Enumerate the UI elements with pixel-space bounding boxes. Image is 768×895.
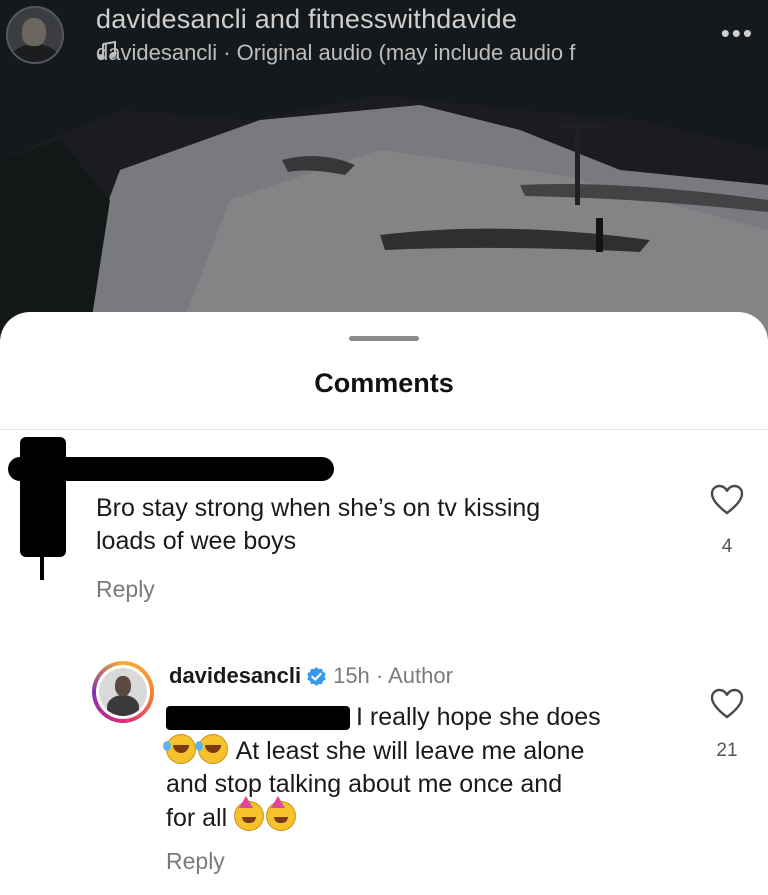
redacted-username [8,457,334,481]
comment-2-line-2: At least she will leave me alone [163,734,601,768]
rolling-on-floor-laughing-icon [163,734,196,764]
reel-header: davidesancli and fitnesswithdavide david… [0,0,768,80]
comment-2-reply-button[interactable]: Reply [166,848,225,875]
comment-2-text: I really hope she does At least she will… [163,701,601,835]
comments-sheet: Comments Bro stay strong when she’s on t… [0,312,768,895]
reel-account-names[interactable]: davidesancli and fitnesswithdavide [96,4,517,35]
comment-2-line-4-text: for all [166,804,228,832]
comment-1-line-2: loads of wee boys [96,527,297,555]
partying-face-icon [234,796,265,831]
comment-2-line-4: for all [166,796,601,835]
comment-1-text: Bro stay strong when she’s on tv kissing… [96,492,540,558]
comment-2-like-count: 21 [716,740,738,761]
music-note-icon [98,40,116,60]
audio-label: davidesancli · Original audio (may inclu… [96,40,576,65]
comment-1-reply-button[interactable]: Reply [96,576,155,603]
reel-audio-info[interactable]: davidesancli · Original audio (may inclu… [96,40,575,66]
comment-2-line-3: and stop talking about me once and [166,770,563,798]
comment-2-username[interactable]: davidesancli [169,663,301,689]
reel-author-avatar[interactable] [6,6,64,64]
comment-1-line-1: Bro stay strong when she’s on tv kissing [96,494,541,522]
heart-icon[interactable] [710,688,744,720]
redacted-avatar [20,437,66,557]
sheet-divider [0,429,768,430]
reel-video[interactable]: davidesancli and fitnesswithdavide david… [0,0,768,340]
more-options-icon[interactable]: ••• [721,18,754,49]
comment-2-line-2-text: At least she will leave me alone [235,737,585,765]
comment-2-meta: 15h · Author [333,663,453,688]
verified-badge-icon [307,666,326,686]
comment-2-line-1: I really hope she does [356,703,601,731]
sheet-title: Comments [314,368,454,398]
rolling-on-floor-laughing-icon [195,734,228,764]
comment-2-header: davidesancli 15h · Author [169,663,453,689]
heart-icon[interactable] [710,484,744,516]
author-avatar[interactable] [92,661,154,723]
comment-1-like-count: 4 [721,536,733,557]
redacted-avatar-tail [40,552,44,580]
sheet-drag-handle[interactable] [349,336,419,341]
partying-face-icon [266,796,297,831]
